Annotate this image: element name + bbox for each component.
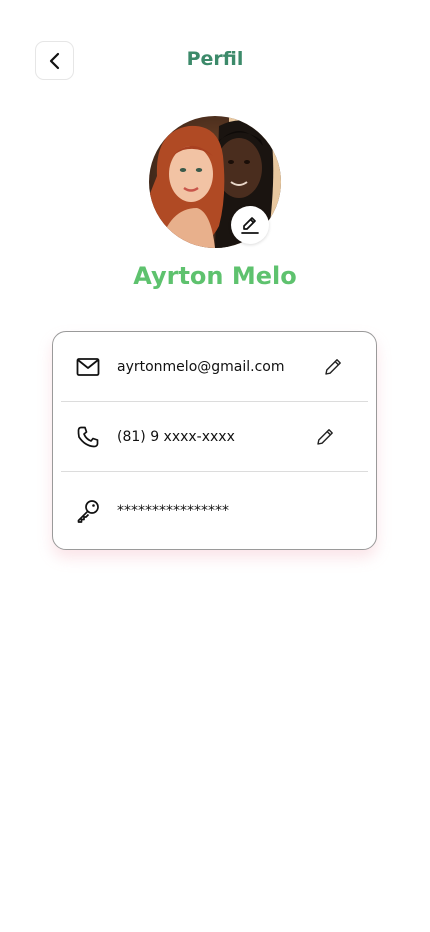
email-value: ayrtonmelo@gmail.com	[117, 359, 285, 375]
phone-icon	[75, 424, 101, 450]
mail-icon	[75, 354, 101, 380]
pencil-underline-icon	[241, 217, 259, 234]
page-title: Perfil	[186, 48, 244, 70]
email-row: ayrtonmelo@gmail.com	[61, 332, 368, 402]
profile-details-card: ayrtonmelo@gmail.com (81) 9 xxxx-xxxx **…	[52, 331, 377, 550]
pencil-icon	[325, 359, 341, 375]
key-icon	[75, 498, 101, 524]
avatar-edit-button[interactable]	[231, 206, 269, 244]
edit-phone-button[interactable]	[314, 426, 336, 448]
phone-row: (81) 9 xxxx-xxxx	[61, 402, 368, 472]
password-row[interactable]: ****************	[61, 472, 368, 550]
user-name: Ayrton Melo	[133, 262, 297, 290]
phone-value: (81) 9 xxxx-xxxx	[117, 429, 235, 445]
edit-email-button[interactable]	[322, 356, 344, 378]
password-value: ****************	[117, 503, 229, 519]
pencil-icon	[317, 429, 333, 445]
